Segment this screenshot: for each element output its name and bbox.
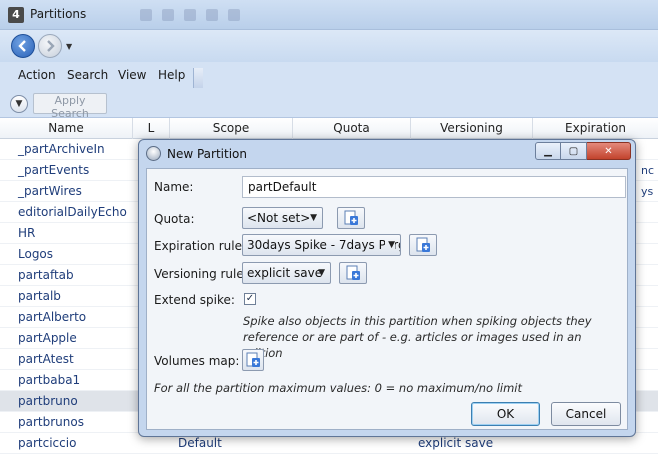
column-header-quota[interactable]: Quota xyxy=(293,118,411,139)
row-name: partciccio xyxy=(18,436,77,450)
arrow-left-icon xyxy=(18,40,26,52)
dialog-title: New Partition xyxy=(167,147,247,161)
dialog-titlebar[interactable]: New Partition ▁ ▢ ✕ xyxy=(139,140,635,168)
history-dropdown-icon[interactable]: ▼ xyxy=(66,42,72,51)
add-document-icon xyxy=(344,210,358,225)
row-expiration-partial: ys xyxy=(641,185,654,198)
extend-spike-label: Extend spike: xyxy=(154,293,235,307)
column-header-scope[interactable]: Scope xyxy=(170,118,293,139)
row-expiration-partial: nc xyxy=(641,164,655,177)
add-document-icon xyxy=(246,352,260,367)
list-icon xyxy=(206,9,218,21)
row-name: partalb xyxy=(18,289,61,303)
underline-icon xyxy=(184,9,196,21)
row-name: partbaba1 xyxy=(18,373,81,387)
dialog-window-controls: ▁ ▢ ✕ xyxy=(535,142,631,160)
quota-select[interactable]: <Not set> ▼ xyxy=(242,207,323,229)
row-name: HR xyxy=(18,226,36,240)
apply-search-button[interactable]: Apply Search xyxy=(33,93,107,120)
row-name: partAlberto xyxy=(18,310,87,324)
window-title: Partitions xyxy=(30,7,87,21)
chevron-down-icon: ▼ xyxy=(15,99,23,109)
navigation-bar: ▼ xyxy=(0,30,658,62)
menu-help[interactable]: Help xyxy=(158,68,185,82)
column-header-l[interactable]: L xyxy=(133,118,170,139)
max-values-footnote: For all the partition maximum values: 0 … xyxy=(154,381,522,395)
close-button[interactable]: ✕ xyxy=(587,142,631,160)
forward-button[interactable] xyxy=(38,34,62,58)
grid-header: Name L Scope Quota Versioning Expiration xyxy=(0,118,658,139)
toolbar-grip[interactable] xyxy=(193,68,203,88)
row-name: _partEvents xyxy=(18,163,90,177)
add-document-icon xyxy=(416,237,430,252)
dialog-body: Name: Quota: <Not set> ▼ Expiration rule… xyxy=(146,168,628,430)
column-header-name[interactable]: Name xyxy=(0,118,133,139)
minimize-icon: ▁ xyxy=(544,145,552,157)
versioning-select-value: explicit save xyxy=(247,266,323,280)
menu-search[interactable]: Search xyxy=(67,68,108,82)
volumes-map-label: Volumes map: xyxy=(154,354,240,368)
italic-icon xyxy=(162,9,174,21)
ok-button[interactable]: OK xyxy=(471,402,540,426)
chevron-down-icon: ▼ xyxy=(310,213,317,223)
add-document-icon xyxy=(346,265,360,280)
row-name: _partArchiveIn xyxy=(18,142,105,156)
expiration-select-value: 30days Spike - 7days Purg xyxy=(247,238,401,252)
add-volumes-map-button[interactable] xyxy=(242,349,264,371)
row-name: partbruno xyxy=(18,394,78,408)
cancel-button[interactable]: Cancel xyxy=(551,402,621,426)
row-name: partaftab xyxy=(18,268,74,282)
chevron-down-icon: ▼ xyxy=(318,268,325,278)
background-toolbar-icons xyxy=(140,4,510,26)
add-expiration-rule-button[interactable] xyxy=(409,234,437,256)
row-name: Logos xyxy=(18,247,54,261)
name-field[interactable] xyxy=(242,176,626,198)
row-name: partApple xyxy=(18,331,77,345)
search-bar: ▼ Apply Search xyxy=(0,90,658,120)
chevron-down-icon: ▼ xyxy=(385,235,395,255)
versioning-label: Versioning rule: xyxy=(154,267,248,281)
menu-action[interactable]: Action xyxy=(18,68,56,82)
minimize-button[interactable]: ▁ xyxy=(535,142,561,160)
maximize-icon: ▢ xyxy=(568,145,579,157)
versioning-select[interactable]: explicit save ▼ xyxy=(242,262,331,284)
partition-icon xyxy=(146,146,161,161)
expand-search-button[interactable]: ▼ xyxy=(10,95,28,113)
close-icon: ✕ xyxy=(604,145,613,157)
row-name: partAtest xyxy=(18,352,74,366)
quota-select-value: <Not set> xyxy=(247,211,311,225)
column-header-expiration[interactable]: Expiration xyxy=(533,118,658,139)
app-icon: 4 xyxy=(8,7,24,23)
name-label: Name: xyxy=(154,180,194,194)
column-header-versioning[interactable]: Versioning xyxy=(411,118,533,139)
extend-spike-hint: Spike also objects in this partition whe… xyxy=(243,314,592,360)
expiration-label: Expiration rule: xyxy=(154,239,247,253)
back-button[interactable] xyxy=(11,34,35,58)
new-partition-dialog: New Partition ▁ ▢ ✕ Name: Quota: <Not se… xyxy=(138,139,636,437)
indent-icon xyxy=(228,9,240,21)
window-titlebar: 4 Partitions xyxy=(0,0,658,30)
maximize-button[interactable]: ▢ xyxy=(561,142,587,160)
checkmark-icon: ✓ xyxy=(245,293,255,304)
extend-spike-checkbox[interactable]: ✓ xyxy=(244,293,256,305)
row-name: partbrunos xyxy=(18,415,84,429)
expiration-select[interactable]: 30days Spike - 7days Purg ▼ xyxy=(242,234,401,256)
bold-icon xyxy=(140,9,152,21)
row-name: _partWires xyxy=(18,184,82,198)
menu-view[interactable]: View xyxy=(118,68,146,82)
menu-bar: Action Search View Help xyxy=(0,62,658,90)
row-name: editorialDailyEcho xyxy=(18,205,127,219)
add-quota-button[interactable] xyxy=(337,207,365,229)
add-versioning-rule-button[interactable] xyxy=(339,262,367,284)
quota-label: Quota: xyxy=(154,212,195,226)
arrow-right-icon xyxy=(47,40,55,52)
